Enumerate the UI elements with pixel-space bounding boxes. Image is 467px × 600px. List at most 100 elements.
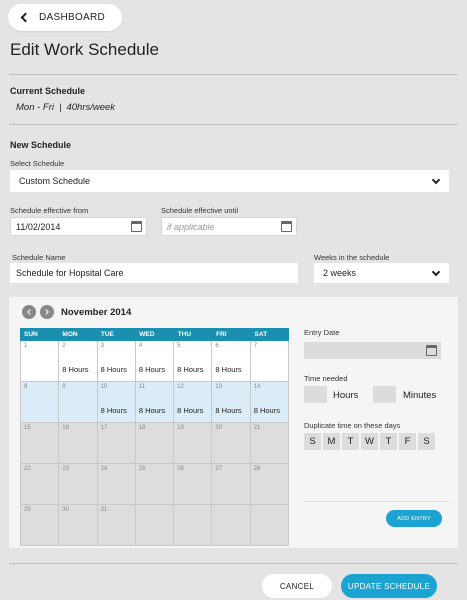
day-hours: 8 Hours — [253, 406, 280, 415]
calendar-icon[interactable] — [131, 221, 142, 232]
calendar-day[interactable]: 20 — [212, 423, 251, 464]
hours-input[interactable] — [304, 386, 327, 403]
day-number: 22 — [24, 466, 31, 472]
day-number: 16 — [62, 425, 69, 431]
calendar-day[interactable]: 6 8 Hours — [212, 341, 251, 382]
weekday-label: TUE — [100, 331, 114, 338]
cancel-button[interactable]: CANCEL — [262, 574, 332, 598]
calendar-day[interactable]: 22 — [21, 464, 60, 505]
divider — [9, 563, 458, 564]
day-number: 18 — [138, 425, 146, 431]
calendar-day[interactable]: 21 — [250, 423, 289, 464]
calendar-day[interactable]: 5 8 Hours — [174, 341, 213, 382]
minutes-input[interactable] — [373, 386, 396, 403]
day-number: 10 — [100, 384, 108, 390]
calendar-icon[interactable] — [281, 221, 292, 232]
day-hours: 8 Hours — [62, 365, 89, 374]
prev-month-button[interactable] — [22, 305, 36, 319]
day-number: 5 — [177, 343, 181, 349]
dashboard-back-button[interactable]: DASHBOARD — [8, 4, 122, 31]
calendar-day[interactable]: 24 — [97, 464, 136, 505]
calendar-day[interactable]: 10 8 Hours — [97, 382, 136, 423]
divider — [9, 74, 458, 75]
chevron-down-icon — [431, 175, 441, 185]
calendar-day-empty — [174, 505, 213, 546]
day-toggle-wed[interactable]: W — [361, 433, 378, 450]
schedule-select[interactable]: Custom Schedule — [10, 170, 449, 192]
month-title: November 2014 — [61, 307, 132, 318]
day-number: 1 — [24, 343, 28, 349]
minutes-label: Minutes — [403, 390, 437, 401]
weekday-label: SUN — [24, 331, 38, 338]
day-number: 29 — [24, 507, 31, 513]
day-number: 27 — [215, 466, 223, 472]
calendar-day[interactable]: 1 — [21, 341, 60, 382]
weeks-select[interactable]: 2 weeks — [314, 263, 449, 283]
calendar-day[interactable]: 26 — [174, 464, 213, 505]
weeks-label: Weeks in the schedule — [314, 253, 390, 262]
chevron-left-icon — [27, 309, 33, 315]
calendar-day[interactable]: 18 — [135, 423, 175, 464]
calendar-day[interactable]: 11 8 Hours — [135, 382, 175, 423]
day-number: 13 — [215, 384, 223, 390]
calendar-day[interactable]: 9 — [59, 382, 98, 423]
calendar-day[interactable]: 28 — [250, 464, 289, 505]
effective-from-input[interactable]: 11/02/2014 — [10, 217, 147, 236]
day-toggle-mon[interactable]: M — [323, 433, 340, 450]
current-schedule-summary: Mon - Fri | 40hrs/week — [16, 102, 115, 113]
calendar-day[interactable]: 16 — [59, 423, 98, 464]
current-schedule-heading: Current Schedule — [10, 86, 86, 96]
calendar-day[interactable]: 29 — [21, 505, 60, 546]
day-toggle-thu[interactable]: T — [380, 433, 397, 450]
current-hours: 40hrs/week — [66, 102, 116, 113]
schedule-name-input[interactable]: Schedule for Hopsital Care — [10, 263, 298, 283]
calendar-day[interactable]: 19 — [174, 423, 213, 464]
calendar-panel: November 2014 SUN MON TUE WED THU FRI SA… — [9, 297, 458, 548]
chevron-down-icon — [431, 267, 441, 277]
calendar-day[interactable]: 4 8 Hours — [135, 341, 175, 382]
current-days: Mon - Fri — [16, 102, 54, 113]
calendar-day[interactable]: 31 — [97, 505, 136, 546]
calendar-day[interactable]: 15 — [21, 423, 60, 464]
entry-date-input[interactable] — [304, 342, 441, 359]
calendar-day[interactable]: 17 — [97, 423, 136, 464]
day-number: 12 — [177, 384, 184, 390]
calendar-day[interactable]: 14 8 Hours — [250, 382, 289, 423]
back-label: DASHBOARD — [39, 12, 106, 23]
update-schedule-button[interactable]: UPDATE SCHEDULE — [341, 574, 437, 598]
time-needed-label: Time needed — [304, 374, 348, 383]
day-toggle-sun[interactable]: S — [304, 433, 321, 450]
day-hours: 8 Hours — [177, 365, 204, 374]
calendar-day[interactable]: 8 — [21, 382, 60, 423]
calendar-day[interactable]: 3 8 Hours — [97, 341, 136, 382]
day-number: 14 — [253, 384, 261, 390]
weekday-label: WED — [139, 331, 155, 338]
weeks-select-value: 2 weeks — [323, 268, 357, 278]
day-toggle-fri[interactable]: F — [399, 433, 416, 450]
schedule-select-value: Custom Schedule — [19, 176, 91, 186]
day-number: 3 — [100, 343, 104, 349]
calendar-day[interactable]: 7 — [250, 341, 289, 382]
calendar-day[interactable]: 12 8 Hours — [174, 382, 213, 423]
calendar-icon[interactable] — [426, 345, 437, 356]
effective-from-label: Schedule effective from — [10, 206, 89, 215]
day-number: 19 — [177, 425, 184, 431]
calendar-day[interactable]: 30 — [59, 505, 98, 546]
effective-until-placeholder: if applicable — [167, 221, 215, 232]
day-number: 31 — [100, 507, 108, 513]
day-hours: 8 Hours — [215, 365, 242, 374]
calendar-day[interactable]: 27 — [212, 464, 251, 505]
next-month-button[interactable] — [40, 305, 54, 319]
effective-until-input[interactable]: if applicable — [161, 217, 297, 236]
calendar-day[interactable]: 25 — [135, 464, 175, 505]
calendar-day[interactable]: 13 8 Hours — [212, 382, 251, 423]
calendar-day[interactable]: 2 8 Hours — [59, 341, 98, 382]
day-hours: 8 Hours — [100, 365, 127, 374]
day-toggle-tue[interactable]: T — [342, 433, 359, 450]
day-toggles: S M T W T F S — [304, 433, 435, 450]
day-toggle-sat[interactable]: S — [418, 433, 435, 450]
add-entry-button[interactable]: ADD ENTRY — [386, 510, 442, 527]
new-schedule-heading: New Schedule — [10, 140, 72, 150]
calendar-day[interactable]: 23 — [59, 464, 98, 505]
weekday-label: SAT — [254, 331, 268, 338]
